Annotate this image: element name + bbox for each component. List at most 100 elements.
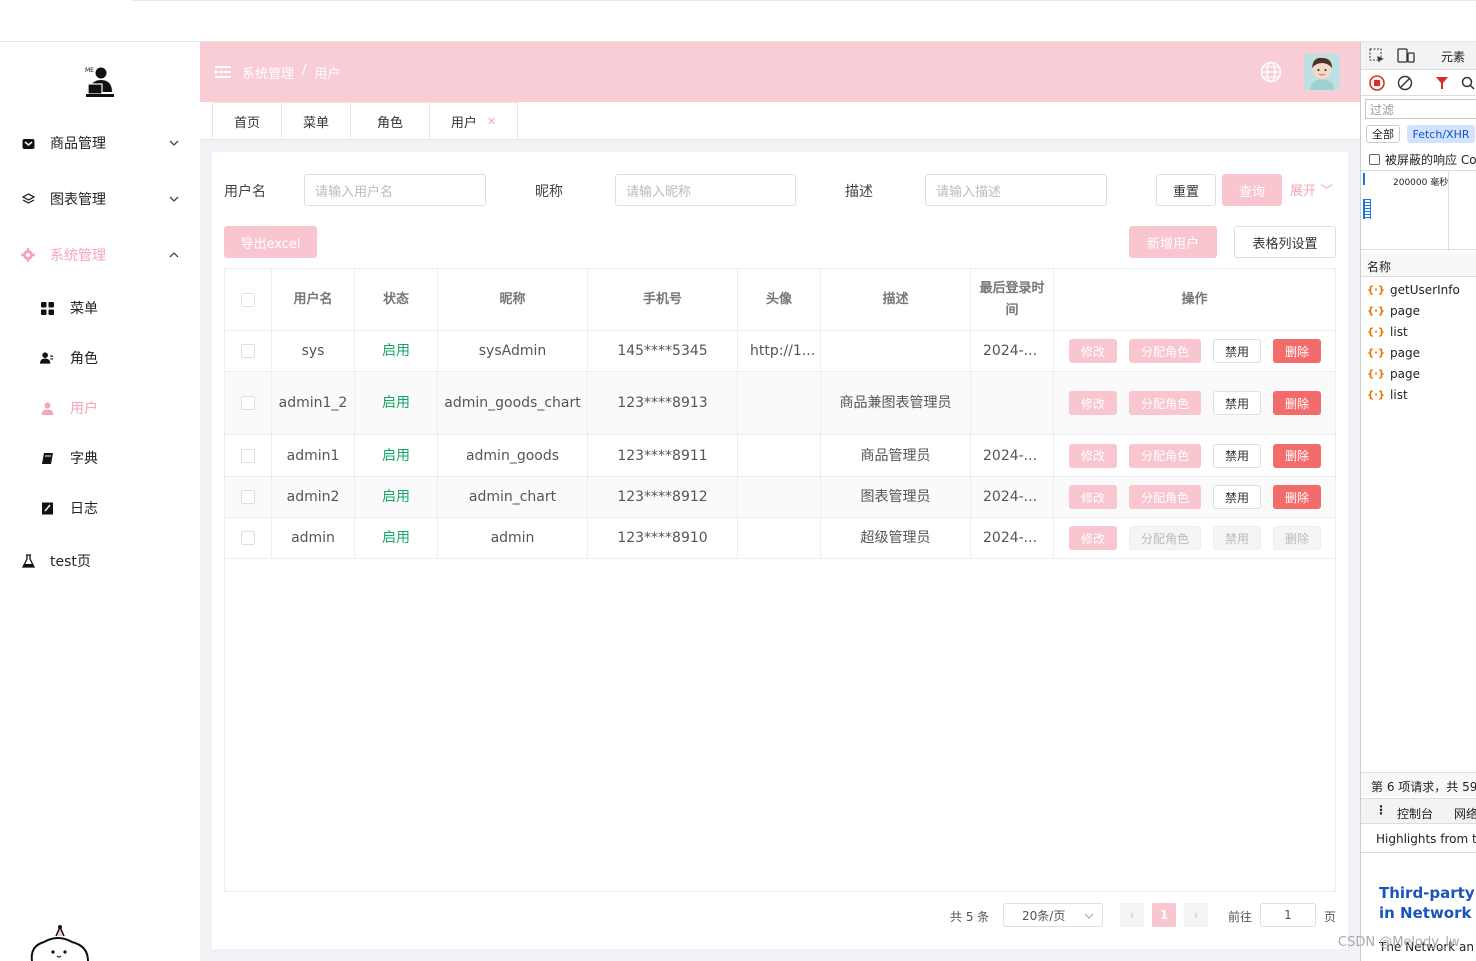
disable-button[interactable]: 禁用	[1213, 526, 1261, 550]
add-user-button[interactable]: 新增用户	[1129, 226, 1217, 258]
name-column-header: 名称	[1367, 260, 1392, 274]
disable-button[interactable]: 禁用	[1213, 339, 1261, 363]
filter-chip-all[interactable]: 全部	[1366, 125, 1400, 143]
tab-user[interactable]: 用户 ✕	[429, 102, 518, 139]
request-item[interactable]: {·} page	[1367, 367, 1420, 381]
record-stop-icon[interactable]	[1369, 75, 1385, 91]
export-excel-button[interactable]: 导出excel	[224, 226, 317, 258]
language-globe-icon[interactable]	[1260, 61, 1282, 83]
sidebar-item-user[interactable]: 用户	[0, 390, 200, 426]
edit-button[interactable]: 修改	[1069, 485, 1117, 509]
whats-new-title-line2[interactable]: in Network a	[1379, 904, 1476, 922]
menu-charts[interactable]: 图表管理	[0, 181, 200, 217]
row-checkbox[interactable]	[241, 490, 255, 504]
assign-role-button[interactable]: 分配角色	[1129, 391, 1201, 415]
blocked-checkbox[interactable]	[1369, 154, 1380, 165]
clear-icon[interactable]	[1397, 75, 1413, 91]
desc-input[interactable]: 请输入描述	[925, 174, 1107, 206]
reset-button-label: 重置	[1172, 184, 1199, 200]
assign-role-button[interactable]: 分配角色	[1129, 485, 1201, 509]
sidebar-item-dict[interactable]: 字典	[0, 440, 200, 476]
tab-role[interactable]: 角色	[350, 102, 430, 139]
more-options-icon[interactable]: ⋮	[1375, 803, 1387, 817]
drawer-tab-network[interactable]: 网络	[1454, 805, 1476, 822]
close-icon[interactable]: ✕	[487, 115, 496, 128]
cell-status: 启用	[355, 435, 438, 476]
delete-button[interactable]: 删除	[1273, 485, 1321, 509]
row-checkbox[interactable]	[241, 448, 255, 463]
disable-button[interactable]: 禁用	[1213, 391, 1261, 415]
request-item[interactable]: {·} getUserInfo	[1367, 283, 1460, 297]
tab-menu[interactable]: 菜单	[281, 102, 351, 139]
network-filter-input[interactable]: 过滤	[1365, 99, 1476, 119]
delete-button[interactable]: 删除	[1273, 443, 1321, 468]
request-item[interactable]: {·} list	[1367, 388, 1408, 402]
reset-button[interactable]: 重置	[1156, 174, 1216, 206]
page-number-current[interactable]: 1	[1152, 903, 1176, 927]
cell-phone: 123****8913	[588, 372, 738, 434]
menu-toggle-icon[interactable]	[215, 65, 231, 79]
column-settings-button[interactable]: 表格列设置	[1234, 226, 1336, 258]
request-item[interactable]: {·} page	[1367, 304, 1420, 318]
chevron-up-icon	[169, 252, 179, 258]
filter-chip-fetch[interactable]: Fetch/XHR	[1407, 125, 1475, 143]
row-checkbox[interactable]	[241, 396, 255, 410]
request-item[interactable]: {·} page	[1367, 346, 1420, 360]
tab-home[interactable]: 首页	[212, 102, 282, 139]
header-phone: 手机号	[588, 269, 738, 330]
select-all-checkbox[interactable]	[241, 292, 255, 307]
goto-page-input[interactable]: 1	[1260, 903, 1316, 927]
delete-button[interactable]: 删除	[1273, 391, 1321, 415]
cell-last-login: 2024-...	[971, 518, 1054, 558]
disable-button[interactable]: 禁用	[1213, 485, 1261, 509]
menu-system[interactable]: 系统管理	[0, 237, 200, 273]
expand-toggle[interactable]: 展开 ﹀	[1290, 180, 1333, 199]
expand-label: 展开	[1290, 184, 1317, 199]
edit-button[interactable]: 修改	[1069, 526, 1117, 550]
search-icon[interactable]	[1461, 76, 1475, 90]
disable-button[interactable]: 禁用	[1213, 443, 1261, 468]
sidebar-item-menu[interactable]: 菜单	[0, 290, 200, 326]
breadcrumb-system[interactable]: 系统管理	[242, 63, 294, 82]
row-checkbox[interactable]	[241, 344, 255, 358]
username-input[interactable]: 请输入用户名	[304, 174, 486, 206]
cell-nickname: admin	[438, 518, 588, 558]
edit-button[interactable]: 修改	[1069, 391, 1117, 415]
page-size-select[interactable]: 20条/页	[1003, 903, 1103, 927]
prev-page-button[interactable]: ‹	[1120, 903, 1144, 927]
edit-button[interactable]: 修改	[1069, 339, 1117, 363]
user-avatar[interactable]	[1304, 54, 1340, 90]
flask-icon	[21, 554, 35, 568]
request-name: page	[1390, 304, 1421, 318]
cell-status: 启用	[355, 331, 438, 371]
sidebar-item-menu-label: 菜单	[70, 301, 98, 317]
whats-new-title-line1[interactable]: Third-party c	[1379, 884, 1476, 902]
edit-button[interactable]: 修改	[1069, 443, 1117, 468]
assign-role-button[interactable]: 分配角色	[1129, 443, 1201, 468]
nickname-input[interactable]: 请输入昵称	[615, 174, 796, 206]
filter-icon[interactable]	[1435, 76, 1449, 90]
delete-button[interactable]: 删除	[1273, 339, 1321, 363]
nickname-label: 昵称	[535, 184, 563, 200]
request-item[interactable]: {·} list	[1367, 325, 1408, 339]
drawer-tab-console[interactable]: 控制台	[1397, 805, 1433, 822]
device-toggle-icon[interactable]	[1397, 48, 1415, 64]
query-button[interactable]: 查询	[1222, 174, 1282, 206]
cell-nickname: sysAdmin	[438, 331, 588, 371]
blocked-responses-option[interactable]: 被屏蔽的响应 Co	[1369, 151, 1476, 168]
query-button-label: 查询	[1238, 184, 1265, 200]
row-select-cell	[225, 435, 272, 476]
row-checkbox[interactable]	[241, 531, 255, 545]
sidebar-item-log[interactable]: 日志	[0, 490, 200, 526]
csdn-watermark: CSDN @Melody_lw	[1338, 935, 1460, 950]
delete-button[interactable]: 删除	[1273, 526, 1321, 550]
menu-test[interactable]: test页	[0, 543, 200, 579]
assign-role-button[interactable]: 分配角色	[1129, 526, 1201, 550]
menu-goods[interactable]: 商品管理	[0, 125, 200, 161]
sidebar-item-role[interactable]: 角色	[0, 340, 200, 376]
gift-icon	[21, 136, 35, 150]
devtools-tab-elements[interactable]: 元素	[1441, 48, 1465, 65]
inspect-element-icon[interactable]	[1369, 48, 1385, 64]
assign-role-button[interactable]: 分配角色	[1129, 339, 1201, 363]
next-page-button[interactable]: ›	[1184, 903, 1208, 927]
